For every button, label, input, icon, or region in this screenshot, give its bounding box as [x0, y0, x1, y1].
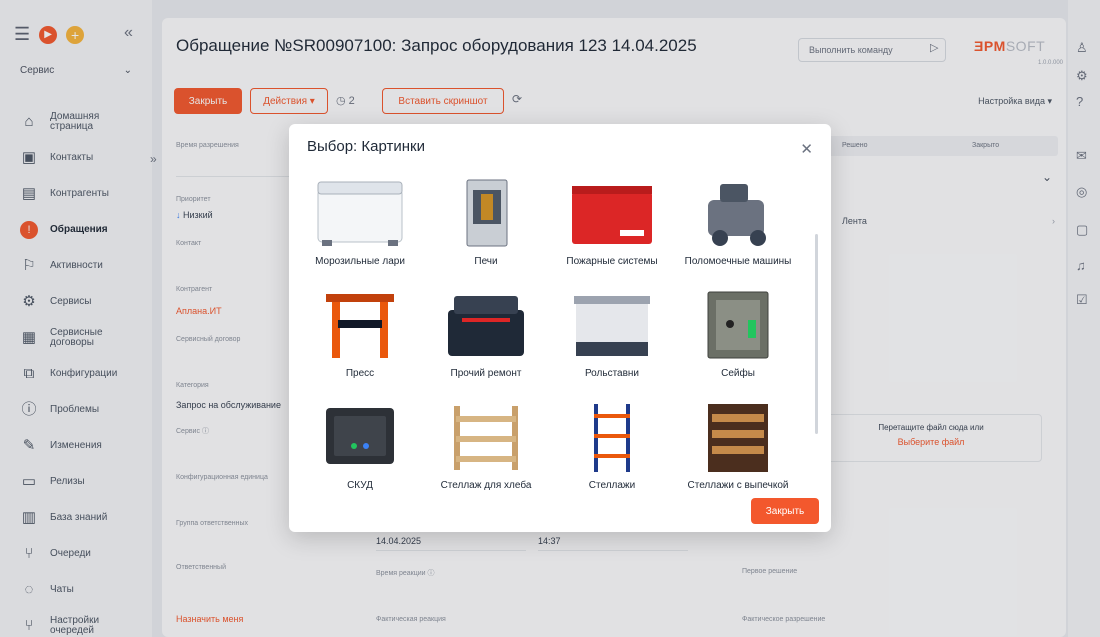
- image-card-label: Стеллажи: [588, 480, 636, 491]
- image-card-safes[interactable]: Сейфы: [675, 284, 801, 396]
- image-picker-modal: Выбор: Картинки ✕ Морозильные лари Печи: [289, 124, 831, 532]
- image-card-press[interactable]: Пресс: [297, 284, 423, 396]
- close-icon[interactable]: ✕: [800, 140, 813, 158]
- modal-scrollbar[interactable]: [815, 234, 818, 434]
- modal-title: Выбор: Картинки: [307, 138, 425, 155]
- image-card-bakery-shelves[interactable]: Стеллажи с выпечкой: [675, 396, 801, 508]
- scrubber-image: [708, 184, 766, 246]
- image-card-access-control[interactable]: СКУД: [297, 396, 423, 508]
- image-card-label: Поломоечные машины: [684, 256, 792, 267]
- shelves-image: [594, 404, 630, 472]
- safe-image: [707, 291, 769, 359]
- image-card-freezers[interactable]: Морозильные лари: [297, 172, 423, 284]
- image-card-label: Прочий ремонт: [450, 368, 522, 379]
- image-card-shelves[interactable]: Стеллажи: [549, 396, 675, 508]
- image-card-bread-rack[interactable]: Стеллаж для хлеба: [423, 396, 549, 508]
- toolbox-image: [448, 296, 524, 356]
- image-card-scrubbers[interactable]: Поломоечные машины: [675, 172, 801, 284]
- shutter-image: [574, 296, 650, 356]
- freezer-image: [317, 181, 403, 246]
- image-card-label: Сейфы: [721, 368, 755, 379]
- press-image: [326, 294, 394, 358]
- image-card-label: Стеллажи с выпечкой: [687, 480, 789, 491]
- oven-image: [466, 179, 508, 247]
- image-card-other-repair[interactable]: Прочий ремонт: [423, 284, 549, 396]
- image-card-label: Пресс: [345, 368, 375, 379]
- image-card-label: Стеллаж для хлеба: [440, 480, 532, 491]
- image-card-fire-systems[interactable]: Пожарные системы: [549, 172, 675, 284]
- image-card-label: Морозильные лари: [315, 256, 405, 267]
- bakery-shelves-image: [708, 404, 768, 472]
- fire-system-image: [572, 186, 652, 244]
- image-card-label: СКУД: [347, 480, 373, 491]
- image-card-ovens[interactable]: Печи: [423, 172, 549, 284]
- image-card-shutters[interactable]: Рольставни: [549, 284, 675, 396]
- image-card-label: Рольставни: [584, 368, 640, 379]
- bread-rack-image: [454, 406, 518, 470]
- modal-close-button[interactable]: Закрыть: [751, 498, 819, 524]
- image-card-label: Печи: [474, 256, 498, 267]
- image-card-label: Пожарные системы: [566, 256, 658, 267]
- access-control-image: [326, 408, 394, 464]
